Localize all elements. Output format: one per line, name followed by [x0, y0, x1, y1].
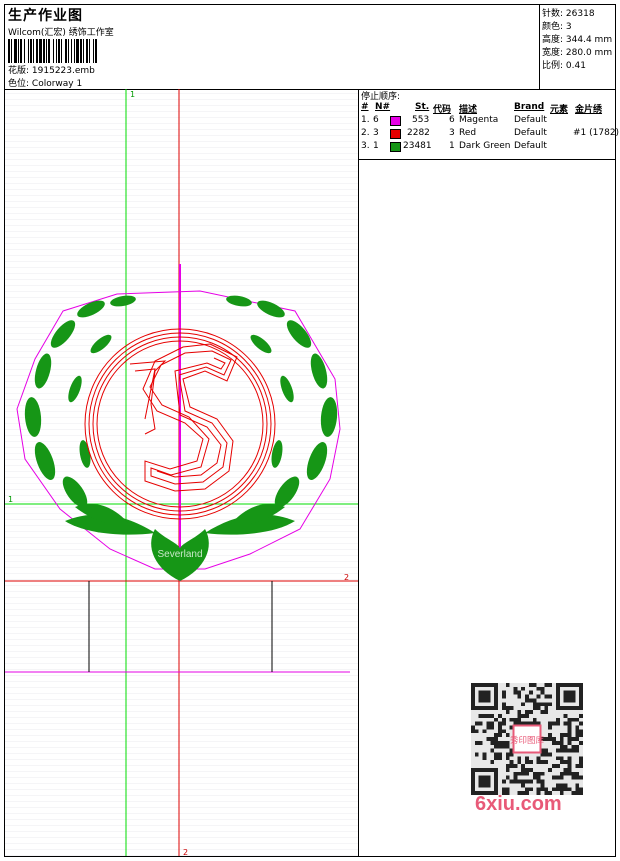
table-divider [359, 159, 615, 160]
stat-width: 宽度: 280.0 mm [542, 48, 613, 58]
worksheet-header: 生产作业图 Wilcom(汇宏) 绣饰工作室 花版: 1915223.emb 色… [5, 5, 615, 90]
guide-label-h1: 1 [8, 495, 13, 504]
worksheet-body: 1 1 2 2 Severland 停止顺序: # N# St. 代码 描述 B… [5, 89, 620, 856]
qr-code: 秀印图库 [471, 683, 583, 795]
watermark-logo: 6xiu.com [475, 793, 562, 815]
color-swatch [390, 129, 401, 139]
col-header-code: 代码 [433, 105, 452, 115]
color-swatch [390, 116, 401, 126]
colorway-label: 色位: [8, 79, 30, 89]
table-row: 3. 1 23481 1 Dark Green Default [361, 141, 547, 152]
stat-colors: 颜色: 3 [542, 22, 572, 32]
design-value: 1915223.emb [31, 66, 95, 76]
barcode [8, 39, 97, 63]
col-header-stitches: St. [415, 102, 430, 112]
page-title: 生产作业图 [8, 8, 83, 24]
stat-scale: 比例: 0.41 [542, 61, 586, 71]
production-worksheet: 生产作业图 Wilcom(汇宏) 绣饰工作室 花版: 1915223.emb 色… [4, 4, 620, 857]
col-header-brand: Brand [514, 102, 545, 112]
stat-stitches: 针数: 26318 [542, 9, 595, 19]
table-row: 2. 3 2282 3 Red Default #1 (1782) [361, 128, 620, 139]
emblem-text: Severland [157, 549, 202, 560]
col-header-sequin: 金片绣 [575, 105, 603, 115]
design-preview: 1 1 2 2 Severland [5, 89, 359, 856]
table-row: 1. 6 553 6 Magenta Default [361, 115, 547, 126]
design-file: 花版: 1915223.emb [8, 63, 95, 76]
design-label: 花版: [8, 66, 30, 76]
company-name: Wilcom(汇宏) 绣饰工作室 [8, 28, 114, 38]
stat-height: 高度: 344.4 mm [542, 35, 613, 45]
guide-label-h2: 2 [344, 573, 349, 582]
col-header-element: 元素 [550, 105, 569, 115]
guide-label-v2: 2 [183, 848, 188, 856]
colorway: 色位: Colorway 1 [8, 76, 82, 89]
col-header-description: 描述 [459, 105, 478, 115]
table-title: 停止顺序: [361, 92, 401, 102]
preview-canvas: 1 1 2 2 Severland [5, 89, 358, 856]
monogram-letter-s [129, 343, 238, 492]
design-stats: 针数: 26318 颜色: 3 高度: 344.4 mm 宽度: 280.0 m… [539, 5, 616, 89]
col-header-needle: N# [375, 102, 391, 112]
color-swatch [390, 142, 401, 152]
col-header-index: # [361, 102, 369, 112]
qr-badge: 秀印图库 [510, 735, 544, 746]
guide-label-v1: 1 [130, 90, 135, 99]
colorway-value: Colorway 1 [31, 79, 83, 89]
stop-sequence-table: 停止顺序: # N# St. 代码 描述 Brand 元素 金片绣 1. 6 5… [359, 89, 620, 159]
